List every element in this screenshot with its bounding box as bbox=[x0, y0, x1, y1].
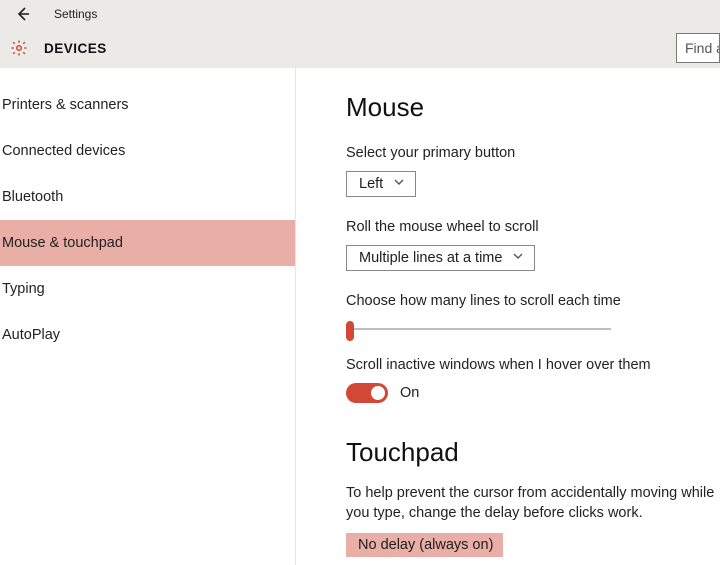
page-title: DEVICES bbox=[44, 41, 107, 56]
dropdown-primary-button[interactable]: Left bbox=[346, 171, 416, 197]
sidebar-item-autoplay[interactable]: AutoPlay bbox=[0, 312, 295, 358]
sidebar-item-label: AutoPlay bbox=[2, 327, 60, 343]
chevron-down-icon bbox=[393, 176, 405, 192]
slider-thumb[interactable] bbox=[346, 321, 354, 341]
note-touchpad-delay: To help prevent the cursor from accident… bbox=[346, 484, 716, 523]
back-button[interactable] bbox=[14, 5, 32, 23]
dropdown-touchpad-delay[interactable]: No delay (always on) bbox=[346, 533, 503, 557]
toggle-state-label: On bbox=[400, 385, 419, 401]
sidebar-item-label: Bluetooth bbox=[2, 189, 63, 205]
sidebar-item-label: Mouse & touchpad bbox=[2, 235, 123, 251]
sidebar: Printers & scanners Connected devices Bl… bbox=[0, 68, 295, 565]
dropdown-value: Multiple lines at a time bbox=[359, 250, 502, 266]
gear-icon bbox=[10, 39, 28, 57]
dropdown-scroll-wheel[interactable]: Multiple lines at a time bbox=[346, 245, 535, 271]
toggle-inactive-windows[interactable] bbox=[346, 383, 388, 403]
label-lines-to-scroll: Choose how many lines to scroll each tim… bbox=[346, 293, 720, 309]
dropdown-value: Left bbox=[359, 176, 383, 192]
toggle-knob bbox=[371, 386, 385, 400]
section-heading-mouse: Mouse bbox=[346, 92, 720, 123]
slider-lines-to-scroll[interactable] bbox=[346, 319, 611, 339]
sidebar-item-connected-devices[interactable]: Connected devices bbox=[0, 128, 295, 174]
dropdown-value: No delay (always on) bbox=[358, 537, 493, 553]
section-heading-touchpad: Touchpad bbox=[346, 437, 720, 468]
sidebar-item-label: Typing bbox=[2, 281, 45, 297]
sidebar-item-bluetooth[interactable]: Bluetooth bbox=[0, 174, 295, 220]
label-primary-button: Select your primary button bbox=[346, 145, 720, 161]
search-placeholder: Find a bbox=[685, 40, 720, 56]
sidebar-item-mouse-touchpad[interactable]: Mouse & touchpad bbox=[0, 220, 295, 266]
sidebar-item-label: Connected devices bbox=[2, 143, 125, 159]
sidebar-item-typing[interactable]: Typing bbox=[0, 266, 295, 312]
label-scroll-wheel: Roll the mouse wheel to scroll bbox=[346, 219, 720, 235]
chevron-down-icon bbox=[512, 250, 524, 266]
content-pane: Mouse Select your primary button Left Ro… bbox=[295, 68, 720, 565]
label-inactive-windows: Scroll inactive windows when I hover ove… bbox=[346, 357, 720, 373]
sidebar-item-label: Printers & scanners bbox=[2, 97, 129, 113]
sidebar-item-printers[interactable]: Printers & scanners bbox=[0, 82, 295, 128]
window-title: Settings bbox=[54, 7, 97, 21]
search-input[interactable]: Find a bbox=[676, 33, 720, 63]
